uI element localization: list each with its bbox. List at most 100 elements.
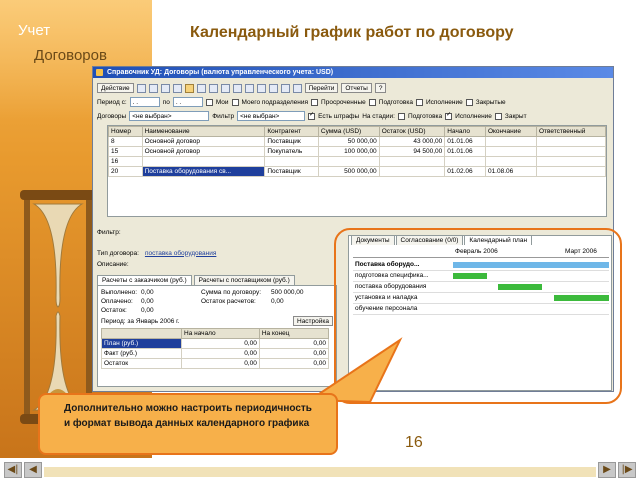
contract-sum-label: Сумма по договору: xyxy=(201,289,262,296)
delete-icon[interactable] xyxy=(196,83,206,93)
stage-preparation-checkbox[interactable] xyxy=(397,112,405,120)
table-row-selected[interactable]: 20 Поставка оборудования св... Поставщик… xyxy=(108,166,607,177)
period-row: Период: за Январь 2006 г. Настройка xyxy=(101,316,333,326)
table-row[interactable]: 15 Основной договор Покупатель 100 000,0… xyxy=(108,146,607,157)
add-icon[interactable] xyxy=(136,83,146,93)
first-slide-button[interactable]: ◀| xyxy=(4,462,22,478)
cell-name xyxy=(141,156,266,167)
period-label: Период с: xyxy=(97,98,127,106)
balance-value: 0,00 xyxy=(141,307,154,314)
balance-calc-value: 0,00 xyxy=(271,298,284,305)
cell-responsible xyxy=(535,136,607,147)
filter-select[interactable]: <не выбран> xyxy=(237,111,306,121)
settings-button[interactable]: Настройка xyxy=(293,316,333,326)
next-slide-button[interactable]: ▶ xyxy=(598,462,616,478)
hierarchy-icon[interactable] xyxy=(256,83,266,93)
col-end[interactable]: Окончание xyxy=(484,126,537,137)
window-title: Справочник УД: Договоры (валюта управлен… xyxy=(107,69,334,76)
cell-responsible xyxy=(535,156,607,167)
sort-icon[interactable] xyxy=(244,83,254,93)
overdue-checkbox[interactable] xyxy=(311,98,319,106)
page-number: 16 xyxy=(405,434,423,451)
my-division-checkbox[interactable] xyxy=(231,98,239,106)
table-header: На начало На конец xyxy=(101,328,330,339)
col-responsible[interactable]: Ответственный xyxy=(535,126,607,137)
execution-label: Исполнение xyxy=(425,98,463,106)
table-row[interactable]: Остаток 0,00 0,00 xyxy=(101,358,330,369)
refresh-icon[interactable] xyxy=(268,83,278,93)
col-counterparty[interactable]: Контрагент xyxy=(264,126,319,137)
goto-menu-button[interactable]: Перейти xyxy=(304,83,339,93)
window-app-icon xyxy=(96,69,103,76)
table-row[interactable]: План (руб.) 0,00 0,00 xyxy=(101,338,330,349)
contracts-select[interactable]: <не выбран> xyxy=(129,111,210,121)
cell-number: 16 xyxy=(108,156,143,167)
filter-icon[interactable] xyxy=(220,83,230,93)
cell-start xyxy=(444,156,486,167)
paid-value: 0,00 xyxy=(141,298,154,305)
footer-strip xyxy=(44,467,596,477)
cell-end xyxy=(484,136,537,147)
find-icon[interactable] xyxy=(208,83,218,93)
cell-number: 15 xyxy=(108,146,143,157)
add-group-icon[interactable] xyxy=(148,83,158,93)
contract-type-label: Тип договора: xyxy=(97,249,139,257)
overdue-label: Просроченные xyxy=(321,98,366,106)
tab-customer[interactable]: Расчеты с заказчиком (руб.) xyxy=(97,275,192,285)
cell-name: Поставка оборудования св... xyxy=(141,166,266,177)
copy-icon[interactable] xyxy=(160,83,170,93)
print-icon[interactable] xyxy=(280,83,290,93)
structure-icon[interactable] xyxy=(292,83,302,93)
filter-row-contracts: Договоры <не выбран> Фильтр <не выбран> … xyxy=(97,111,527,121)
contracts-label: Договоры xyxy=(97,112,127,120)
mine-checkbox[interactable] xyxy=(205,98,213,106)
closed-checkbox[interactable] xyxy=(465,98,473,106)
tab-supplier[interactable]: Расчеты с поставщиком (руб.) xyxy=(193,275,295,285)
cell-counterparty: Поставщик xyxy=(264,166,319,177)
cell-sum: 500 000,00 xyxy=(317,166,380,177)
settlement-summary: Выполнено: 0,00 Сумма по договору: 500 0… xyxy=(101,289,333,314)
col-balance[interactable]: Остаток (USD) xyxy=(378,126,446,137)
reports-menu-button[interactable]: Отчеты xyxy=(341,83,372,93)
stage-closed-checkbox[interactable] xyxy=(494,112,502,120)
filter-row-period: Период с: . . по . . Мои Моего подраздел… xyxy=(97,97,506,107)
cell-end xyxy=(484,146,537,157)
period-label: Период: xyxy=(101,317,126,325)
done-value: 0,00 xyxy=(141,289,154,296)
closed-label: Закрытые xyxy=(475,98,506,106)
action-menu-button[interactable]: Действие xyxy=(97,83,134,93)
table-row[interactable]: Факт (руб.) 0,00 0,00 xyxy=(101,348,330,359)
filter-off-icon[interactable] xyxy=(232,83,242,93)
window-titlebar[interactable]: Справочник УД: Договоры (валюта управлен… xyxy=(93,67,613,78)
col-number[interactable]: Номер xyxy=(108,126,143,137)
stage-execution-checkbox[interactable] xyxy=(445,112,453,120)
period-to-label: по xyxy=(162,98,170,106)
left-title-1: Учет xyxy=(18,22,51,39)
help-button[interactable]: ? xyxy=(374,83,387,93)
col-sum[interactable]: Сумма (USD) xyxy=(317,126,380,137)
fines-checkbox[interactable] xyxy=(308,112,316,120)
first-icon: ◀| xyxy=(7,464,19,475)
my-division-label: Моего подразделения xyxy=(241,98,309,106)
prev-icon: ◀ xyxy=(29,464,37,475)
preparation-checkbox[interactable] xyxy=(368,98,376,106)
last-icon: |▶ xyxy=(621,464,633,475)
period-to-field[interactable]: . . xyxy=(172,97,203,107)
table-row[interactable]: 8 Основной договор Поставщик 50 000,00 4… xyxy=(108,136,607,147)
last-slide-button[interactable]: |▶ xyxy=(618,462,636,478)
edit-icon[interactable] xyxy=(172,83,182,93)
prev-slide-button[interactable]: ◀ xyxy=(24,462,42,478)
preparation-label: Подготовка xyxy=(378,98,413,106)
delete-mark-icon[interactable] xyxy=(184,83,194,93)
col-start[interactable]: Начало xyxy=(444,126,486,137)
left-title-2: Договоров xyxy=(34,47,107,64)
row-label: Факт (руб.) xyxy=(101,348,182,359)
cell-balance xyxy=(378,156,446,167)
period-from-field[interactable]: . . xyxy=(129,97,160,107)
cell-sum: 100 000,00 xyxy=(317,146,380,157)
table-row[interactable]: 16 xyxy=(108,156,607,167)
callout-note: Дополнительно можно настроить периодично… xyxy=(38,393,338,455)
execution-checkbox[interactable] xyxy=(415,98,423,106)
contract-type-link[interactable]: поставка оборудования xyxy=(145,250,216,257)
col-name[interactable]: Наименование xyxy=(141,126,266,137)
